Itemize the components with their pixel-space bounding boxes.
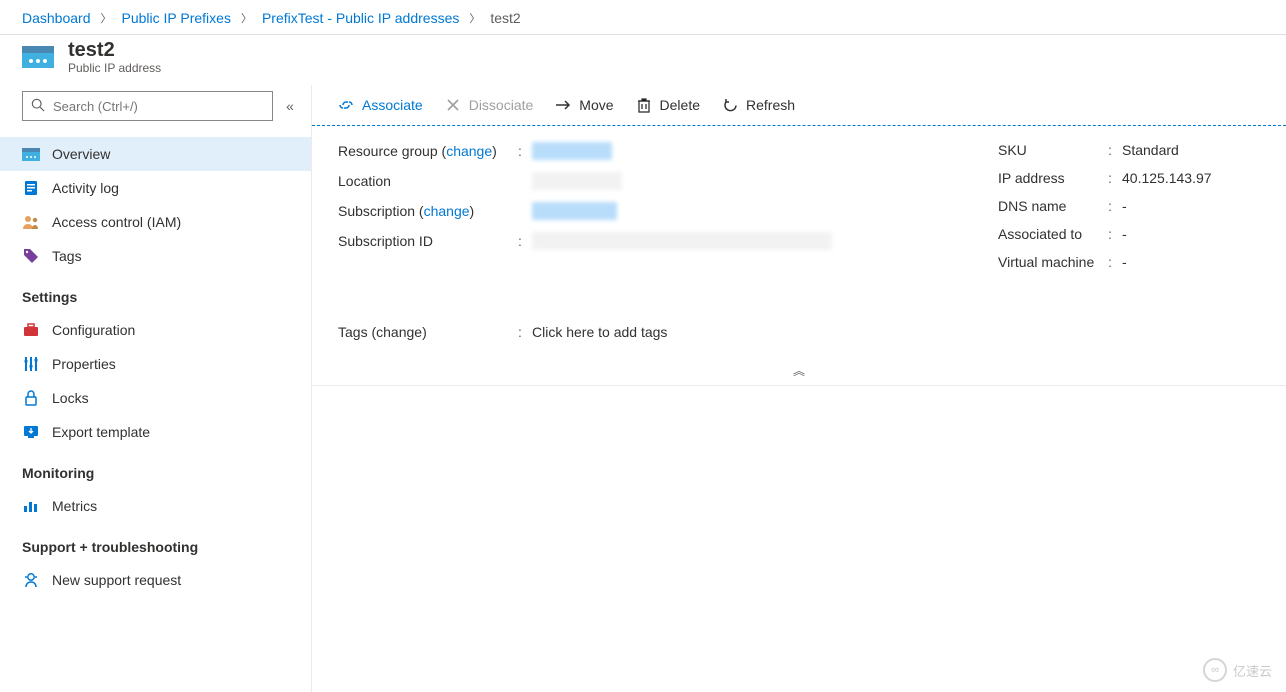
nav: Overview Activity log Access control (IA…: [0, 131, 311, 597]
command-bar: Associate Dissociate Move Delete Refresh: [312, 85, 1286, 126]
nav-group-monitoring: Monitoring: [0, 449, 311, 489]
change-resource-group-link[interactable]: change: [446, 143, 492, 159]
delete-button[interactable]: Delete: [636, 97, 700, 113]
trash-icon: [636, 97, 652, 113]
move-button[interactable]: Move: [555, 97, 613, 113]
chevron-right-icon: 〉: [101, 10, 112, 26]
nav-properties[interactable]: Properties: [0, 347, 311, 381]
nav-new-support-request[interactable]: New support request: [0, 563, 311, 597]
nav-configuration[interactable]: Configuration: [0, 313, 311, 347]
x-icon: [445, 97, 461, 113]
nav-label: Overview: [52, 146, 110, 162]
tag-icon: [22, 247, 40, 265]
breadcrumb-dashboard[interactable]: Dashboard: [22, 10, 91, 26]
sidebar: « Overview Activity log Access control (…: [0, 85, 312, 692]
nav-locks[interactable]: Locks: [0, 381, 311, 415]
watermark: ∞ 亿速云: [1203, 658, 1272, 682]
field-subscription-id: Subscription ID :: [338, 232, 958, 250]
redacted-value: [532, 172, 622, 190]
field-sku: SKU:Standard: [998, 142, 1260, 158]
nav-label: Activity log: [52, 180, 119, 196]
sliders-icon: [22, 355, 40, 373]
public-ip-icon: [22, 46, 54, 68]
essentials-panel: Resource group (change) : Location Subsc…: [338, 142, 1260, 282]
arrow-right-icon: [555, 97, 571, 113]
field-associated-to: Associated to:-: [998, 226, 1260, 242]
nav-tags[interactable]: Tags: [0, 239, 311, 273]
collapse-essentials-icon[interactable]: ︽: [312, 356, 1286, 386]
refresh-icon: [722, 97, 738, 113]
field-location: Location: [338, 172, 958, 190]
nav-label: Export template: [52, 424, 150, 440]
field-subscription: Subscription (change): [338, 202, 958, 220]
associate-button[interactable]: Associate: [338, 97, 423, 113]
change-subscription-link[interactable]: change: [424, 203, 470, 219]
breadcrumb-prefixes[interactable]: Public IP Prefixes: [122, 10, 231, 26]
link-icon: [338, 97, 354, 113]
page-title: test2: [68, 39, 161, 61]
dissociate-button: Dissociate: [445, 97, 534, 113]
nav-label: Access control (IAM): [52, 214, 181, 230]
resource-header: test2 Public IP address: [0, 35, 1286, 85]
field-resource-group: Resource group (change) :: [338, 142, 958, 160]
nav-metrics[interactable]: Metrics: [0, 489, 311, 523]
nav-access-control[interactable]: Access control (IAM): [0, 205, 311, 239]
add-tags-link[interactable]: Click here to add tags: [532, 324, 667, 340]
nav-group-settings: Settings: [0, 273, 311, 313]
nav-export-template[interactable]: Export template: [0, 415, 311, 449]
nav-label: Metrics: [52, 498, 97, 514]
search-icon: [31, 98, 45, 115]
redacted-value: [532, 142, 612, 160]
search-input[interactable]: [53, 99, 264, 114]
nav-overview[interactable]: Overview: [0, 137, 311, 171]
toolbox-icon: [22, 321, 40, 339]
redacted-value: [532, 202, 617, 220]
refresh-button[interactable]: Refresh: [722, 97, 795, 113]
collapse-sidebar-icon[interactable]: «: [281, 98, 299, 114]
nav-label: Properties: [52, 356, 116, 372]
field-dns-name: DNS name:-: [998, 198, 1260, 214]
field-tags: Tags (change) : Click here to add tags: [338, 324, 1260, 340]
nav-group-support: Support + troubleshooting: [0, 523, 311, 563]
lock-icon: [22, 389, 40, 407]
chevron-right-icon: 〉: [469, 10, 480, 26]
field-ip-address: IP address:40.125.143.97: [998, 170, 1260, 186]
breadcrumb-prefixtest[interactable]: PrefixTest - Public IP addresses: [262, 10, 459, 26]
watermark-icon: ∞: [1203, 658, 1227, 682]
field-virtual-machine: Virtual machine:-: [998, 254, 1260, 270]
log-icon: [22, 179, 40, 197]
chevron-right-icon: 〉: [241, 10, 252, 26]
export-icon: [22, 423, 40, 441]
nav-label: Configuration: [52, 322, 135, 338]
breadcrumb-current: test2: [490, 10, 520, 26]
support-icon: [22, 571, 40, 589]
main-content: Associate Dissociate Move Delete Refresh: [312, 85, 1286, 692]
nav-activity-log[interactable]: Activity log: [0, 171, 311, 205]
ip-card-icon: [22, 145, 40, 163]
nav-label: New support request: [52, 572, 181, 588]
breadcrumb: Dashboard 〉 Public IP Prefixes 〉 PrefixT…: [0, 0, 1286, 35]
people-icon: [22, 213, 40, 231]
change-tags-link[interactable]: change: [376, 324, 422, 340]
nav-label: Tags: [52, 248, 82, 264]
nav-label: Locks: [52, 390, 89, 406]
resource-type-label: Public IP address: [68, 61, 161, 75]
menu-search[interactable]: [22, 91, 273, 121]
chart-icon: [22, 497, 40, 515]
redacted-value: [532, 232, 832, 250]
